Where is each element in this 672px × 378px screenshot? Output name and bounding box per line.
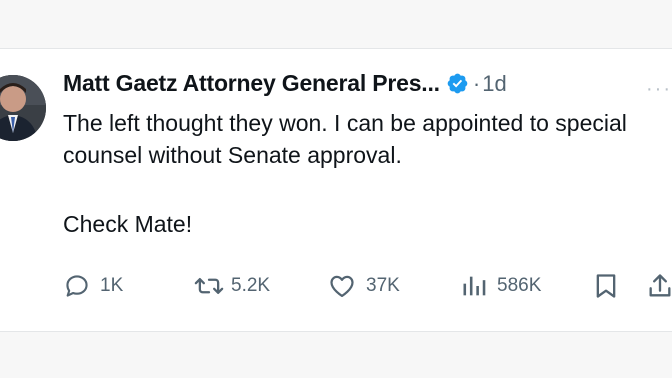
bookmark-button[interactable] [593,272,619,300]
bookmark-icon [593,272,619,300]
repost-count: 5.2K [231,275,271,296]
reply-count: 1K [100,275,124,296]
share-icon [647,272,672,300]
like-count: 37K [366,275,400,296]
avatar[interactable] [0,75,46,141]
repost-button[interactable]: 5.2K [193,272,270,300]
timestamp[interactable]: 1d [482,71,506,96]
views-button[interactable]: 586K [460,272,541,300]
tweet-text-line: Check Mate! [63,211,193,237]
reply-icon [63,272,91,300]
tweet-card[interactable]: Matt Gaetz Attorney General Pres... ·1d ·… [0,48,672,332]
tweet-header: Matt Gaetz Attorney General Pres... ·1d [63,70,507,100]
avatar-image [0,75,46,141]
share-button[interactable] [647,272,672,300]
verified-badge-icon [446,72,469,95]
like-button[interactable]: 37K [327,272,400,300]
more-icon[interactable]: ··· [646,78,672,101]
repost-icon [193,272,225,300]
tweet-text-line: The left thought they won. I can be appo… [63,110,627,168]
separator: · [472,70,481,96]
views-icon [460,272,488,300]
reply-button[interactable]: 1K [63,272,123,300]
like-icon [327,272,357,300]
tweet-text: The left thought they won. I can be appo… [63,107,663,240]
views-count: 586K [497,275,542,296]
action-bar: 1K 5.2K 37K 586K [63,272,672,304]
author-name[interactable]: Matt Gaetz Attorney General Pres... [63,70,440,96]
